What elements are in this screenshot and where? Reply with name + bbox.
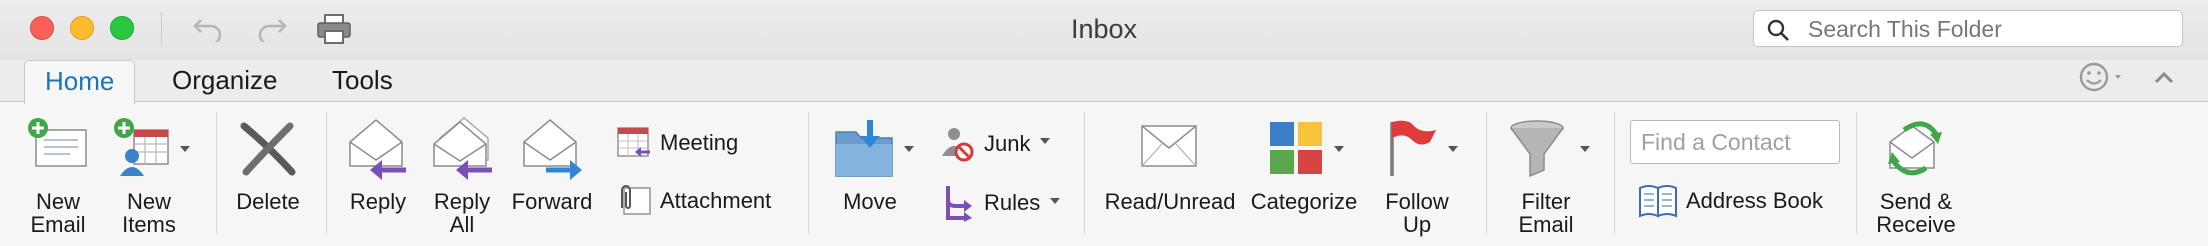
chevron-up-icon [2154, 71, 2174, 84]
rules-label: Rules [984, 190, 1041, 215]
rules-dropdown-icon[interactable] [1050, 198, 1060, 204]
forward-icon [523, 119, 582, 180]
tab-home[interactable]: Home [24, 60, 136, 104]
junk-button[interactable]: Junk [940, 126, 1030, 162]
titlebar-divider [161, 12, 162, 46]
send-receive-icon [1888, 121, 1942, 176]
title-bar: Inbox [0, 0, 2208, 60]
search-icon [1767, 19, 1789, 41]
tab-organize[interactable]: Organize [152, 60, 298, 102]
reply-all-button[interactable] [430, 116, 496, 185]
send-receive-label: Send & Receive [1876, 189, 1956, 237]
new-items-dropdown-icon[interactable] [180, 146, 190, 152]
new-email-label: New Email [30, 189, 86, 237]
ribbon-home: New Email New Items Delete Reply Reply A… [0, 101, 2208, 246]
filter-email-dropdown-icon[interactable] [1580, 146, 1590, 152]
filter-email-label: Filter Email [1518, 189, 1574, 237]
delete-button[interactable] [238, 120, 298, 181]
ribbon-tabs: Home Organize Tools [0, 60, 2208, 104]
meeting-button[interactable]: Meeting [616, 126, 738, 160]
redo-button[interactable] [250, 12, 294, 46]
meeting-icon [617, 127, 650, 157]
meeting-label: Meeting [660, 130, 739, 155]
funnel-icon [1510, 120, 1564, 178]
reply-all-icon [433, 117, 492, 180]
new-email-button[interactable] [26, 116, 92, 181]
tab-tools[interactable]: Tools [312, 60, 413, 102]
categorize-button[interactable] [1268, 120, 1324, 181]
feedback-button[interactable] [2077, 60, 2127, 99]
ribbon-divider [808, 112, 809, 234]
delete-label: Delete [236, 189, 300, 214]
reply-all-label: Reply All [433, 189, 491, 237]
collapse-ribbon-button[interactable] [2150, 64, 2178, 97]
delete-x-icon [240, 122, 296, 176]
follow-up-label: Follow Up [1385, 189, 1449, 237]
move-label: Move [843, 189, 897, 214]
ribbon-divider [1856, 112, 1857, 234]
envelope-icon [1141, 125, 1197, 167]
new-email-icon [28, 118, 87, 167]
ribbon-divider [216, 112, 217, 234]
categorize-icon [1270, 122, 1322, 174]
flag-icon [1390, 120, 1436, 176]
rules-button[interactable]: Rules [940, 184, 1040, 222]
zoom-window-button[interactable] [110, 16, 134, 40]
paperclip-icon [621, 185, 651, 215]
send-receive-button[interactable] [1884, 120, 1946, 183]
smiley-icon [2079, 62, 2121, 92]
close-window-button[interactable] [30, 16, 54, 40]
junk-icon [942, 128, 974, 162]
search-box[interactable] [1753, 10, 2183, 47]
attachment-button[interactable]: Attachment [616, 184, 771, 218]
new-items-icon [114, 118, 169, 176]
print-button[interactable] [312, 12, 356, 46]
new-items-button[interactable] [112, 116, 172, 185]
categorize-label: Categorize [1250, 189, 1358, 214]
move-folder-icon [835, 120, 893, 177]
follow-up-dropdown-icon[interactable] [1448, 146, 1458, 152]
move-dropdown-icon[interactable] [904, 146, 914, 152]
ribbon-divider [326, 112, 327, 234]
address-book-button[interactable]: Address Book [1638, 184, 1823, 218]
rules-icon [946, 186, 972, 222]
redo-icon [258, 19, 287, 42]
address-book-icon [1639, 185, 1677, 218]
address-book-label: Address Book [1686, 188, 1823, 213]
ribbon-divider [1084, 112, 1085, 234]
printer-icon [317, 14, 351, 44]
minimize-window-button[interactable] [70, 16, 94, 40]
read-unread-label: Read/Unread [1104, 189, 1236, 214]
forward-button[interactable] [520, 116, 586, 185]
undo-button[interactable] [186, 12, 230, 46]
read-unread-button[interactable] [1140, 124, 1198, 173]
reply-icon [349, 119, 406, 180]
junk-label: Junk [984, 131, 1031, 156]
categorize-dropdown-icon[interactable] [1334, 146, 1344, 152]
junk-dropdown-icon[interactable] [1040, 138, 1050, 144]
move-button[interactable] [834, 120, 896, 183]
follow-up-button[interactable] [1386, 118, 1440, 183]
find-contact-input[interactable] [1631, 121, 1839, 163]
ribbon-divider [1486, 112, 1487, 234]
undo-icon [193, 19, 222, 42]
reply-label: Reply [349, 189, 407, 214]
forward-label: Forward [511, 189, 593, 214]
search-input[interactable] [1808, 16, 2168, 42]
new-items-label: New Items [122, 189, 176, 237]
attachment-label: Attachment [660, 188, 772, 213]
ribbon-divider [1614, 112, 1615, 234]
reply-button[interactable] [346, 116, 410, 185]
filter-email-button[interactable] [1508, 118, 1566, 185]
find-contact-box[interactable] [1630, 120, 1840, 164]
